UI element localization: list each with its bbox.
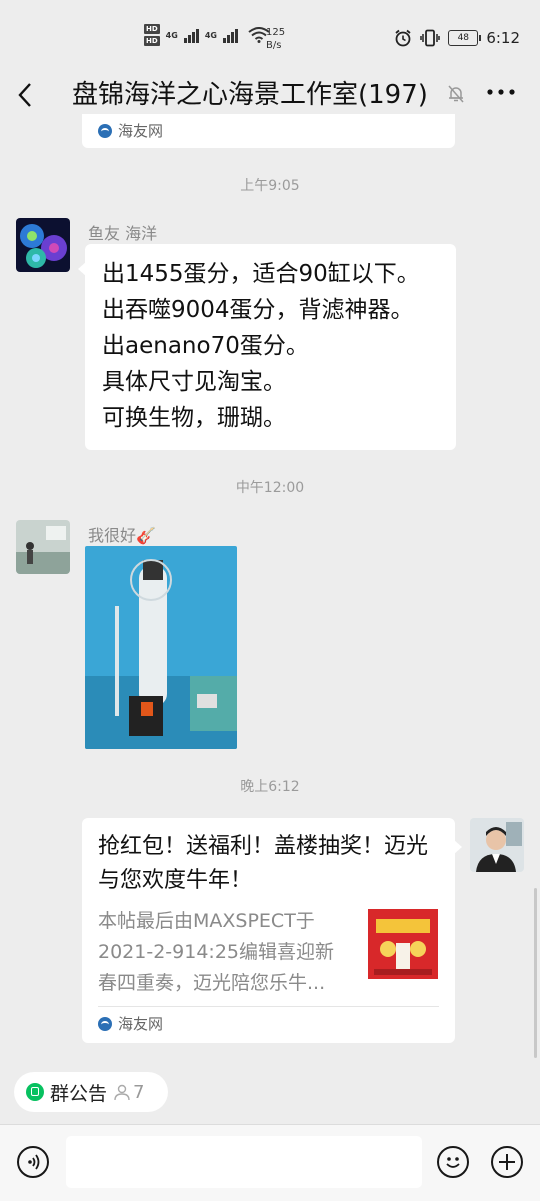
card-source: 海友网 bbox=[98, 120, 163, 141]
message-line: 出aenano70蛋分。 bbox=[102, 333, 309, 359]
signal-strength-icon bbox=[183, 27, 199, 43]
signal-indicators: HD HD 4G 4G bbox=[144, 24, 270, 46]
back-button[interactable] bbox=[14, 80, 44, 110]
voice-button[interactable] bbox=[17, 1146, 49, 1178]
timestamp: 晚上6:12 bbox=[240, 779, 300, 795]
divider bbox=[98, 1006, 439, 1007]
link-card-description-line: 2021-2-914:25编辑喜迎新 bbox=[98, 941, 334, 963]
skimmer-photo bbox=[85, 546, 237, 749]
link-card-title: 抢红包！送福利！盖楼抽奖！迈光与您欢度牛年！ bbox=[98, 834, 429, 893]
bell-off-icon bbox=[448, 85, 464, 103]
emoji-icon bbox=[446, 1157, 460, 1168]
image-message[interactable] bbox=[85, 546, 237, 749]
link-card-partial[interactable]: 海友网 bbox=[82, 114, 455, 148]
scrollbar[interactable] bbox=[534, 888, 537, 1058]
group-notice-label: 群公告 bbox=[50, 1082, 108, 1105]
plus-button[interactable] bbox=[491, 1146, 523, 1178]
network-speed-unit: B/s bbox=[266, 40, 282, 51]
voice-icon bbox=[28, 1154, 40, 1170]
vibrate-icon bbox=[420, 29, 441, 47]
network-type: 4G bbox=[204, 30, 217, 40]
status-bar: HD HD 4G 4G 125 B/s 48 6:12 bbox=[0, 0, 540, 76]
link-card-thumbnail bbox=[368, 909, 438, 979]
card-source-label: 海友网 bbox=[118, 122, 164, 140]
message-line: 出1455蛋分，适合90缸以下。 bbox=[102, 261, 420, 287]
card-source-label: 海友网 bbox=[118, 1015, 164, 1033]
battery-indicator: 48 bbox=[448, 30, 482, 46]
emoji-button[interactable] bbox=[437, 1146, 469, 1178]
more-button[interactable] bbox=[486, 78, 516, 112]
signal-strength-icon bbox=[222, 27, 238, 43]
sender-name: 鱼友 海洋 bbox=[88, 224, 158, 243]
link-card-description-line: 本帖最后由MAXSPECT于 bbox=[98, 910, 315, 932]
card-source: 海友网 bbox=[98, 1013, 163, 1034]
message-line: 出吞噬9004蛋分，背滤神器。 bbox=[102, 297, 414, 323]
avatar[interactable] bbox=[16, 218, 70, 272]
clock: 6:12 bbox=[486, 29, 520, 47]
network-type: 4G bbox=[165, 30, 178, 40]
network-speed: 125 B/s bbox=[266, 26, 285, 52]
input-bar bbox=[0, 1124, 540, 1201]
person-icon bbox=[114, 1084, 130, 1101]
chat-title: 盘锦海洋之心海景工作室(197) bbox=[72, 80, 428, 110]
notice-count-value: 7 bbox=[133, 1081, 145, 1103]
new-year-promo-thumbnail bbox=[368, 909, 438, 979]
timestamp: 中午12:00 bbox=[235, 480, 305, 496]
chevron-left-icon bbox=[18, 83, 31, 107]
mute-indicator bbox=[446, 84, 466, 104]
more-dots-icon bbox=[487, 89, 515, 95]
network-speed-value: 125 bbox=[266, 27, 286, 38]
hd-badge: HD bbox=[144, 24, 160, 34]
link-card[interactable]: 抢红包！送福利！盖楼抽奖！迈光与您欢度牛年！ 本帖最后由MAXSPECT于 20… bbox=[82, 818, 462, 1043]
link-card-description-line: 春四重奏，迈光陪您乐牛... bbox=[98, 972, 326, 994]
plus-icon bbox=[499, 1154, 515, 1170]
haiyou-logo-icon bbox=[98, 123, 112, 138]
status-right: 48 6:12 bbox=[394, 29, 520, 47]
group-notice-button[interactable]: 群公告 7 bbox=[14, 1072, 168, 1112]
notice-icon bbox=[26, 1083, 44, 1101]
avatar[interactable] bbox=[16, 520, 70, 574]
message-input[interactable] bbox=[66, 1136, 422, 1188]
hd-badges: HD HD bbox=[144, 24, 160, 46]
sender-name: 我很好🎸 bbox=[88, 526, 156, 545]
person-avatar-image bbox=[16, 520, 70, 574]
link-card-description: 本帖最后由MAXSPECT于 2021-2-914:25编辑喜迎新 春四重奏，迈… bbox=[98, 906, 353, 999]
alarm-icon bbox=[395, 29, 411, 47]
text-message-bubble[interactable]: 出1455蛋分，适合90缸以下。 出吞噬9004蛋分，背滤神器。 出aenano… bbox=[78, 244, 456, 450]
profile-photo-avatar bbox=[470, 818, 524, 872]
coral-avatar-image bbox=[16, 218, 70, 272]
haiyou-logo-icon bbox=[98, 1016, 112, 1031]
hd-badge: HD bbox=[144, 36, 160, 46]
message-line: 具体尺寸见淘宝。 bbox=[102, 369, 286, 395]
message-line: 可换生物，珊瑚。 bbox=[102, 405, 286, 431]
avatar[interactable] bbox=[470, 818, 524, 872]
timestamp: 上午9:05 bbox=[240, 178, 300, 194]
notice-view-count: 7 bbox=[113, 1082, 144, 1103]
